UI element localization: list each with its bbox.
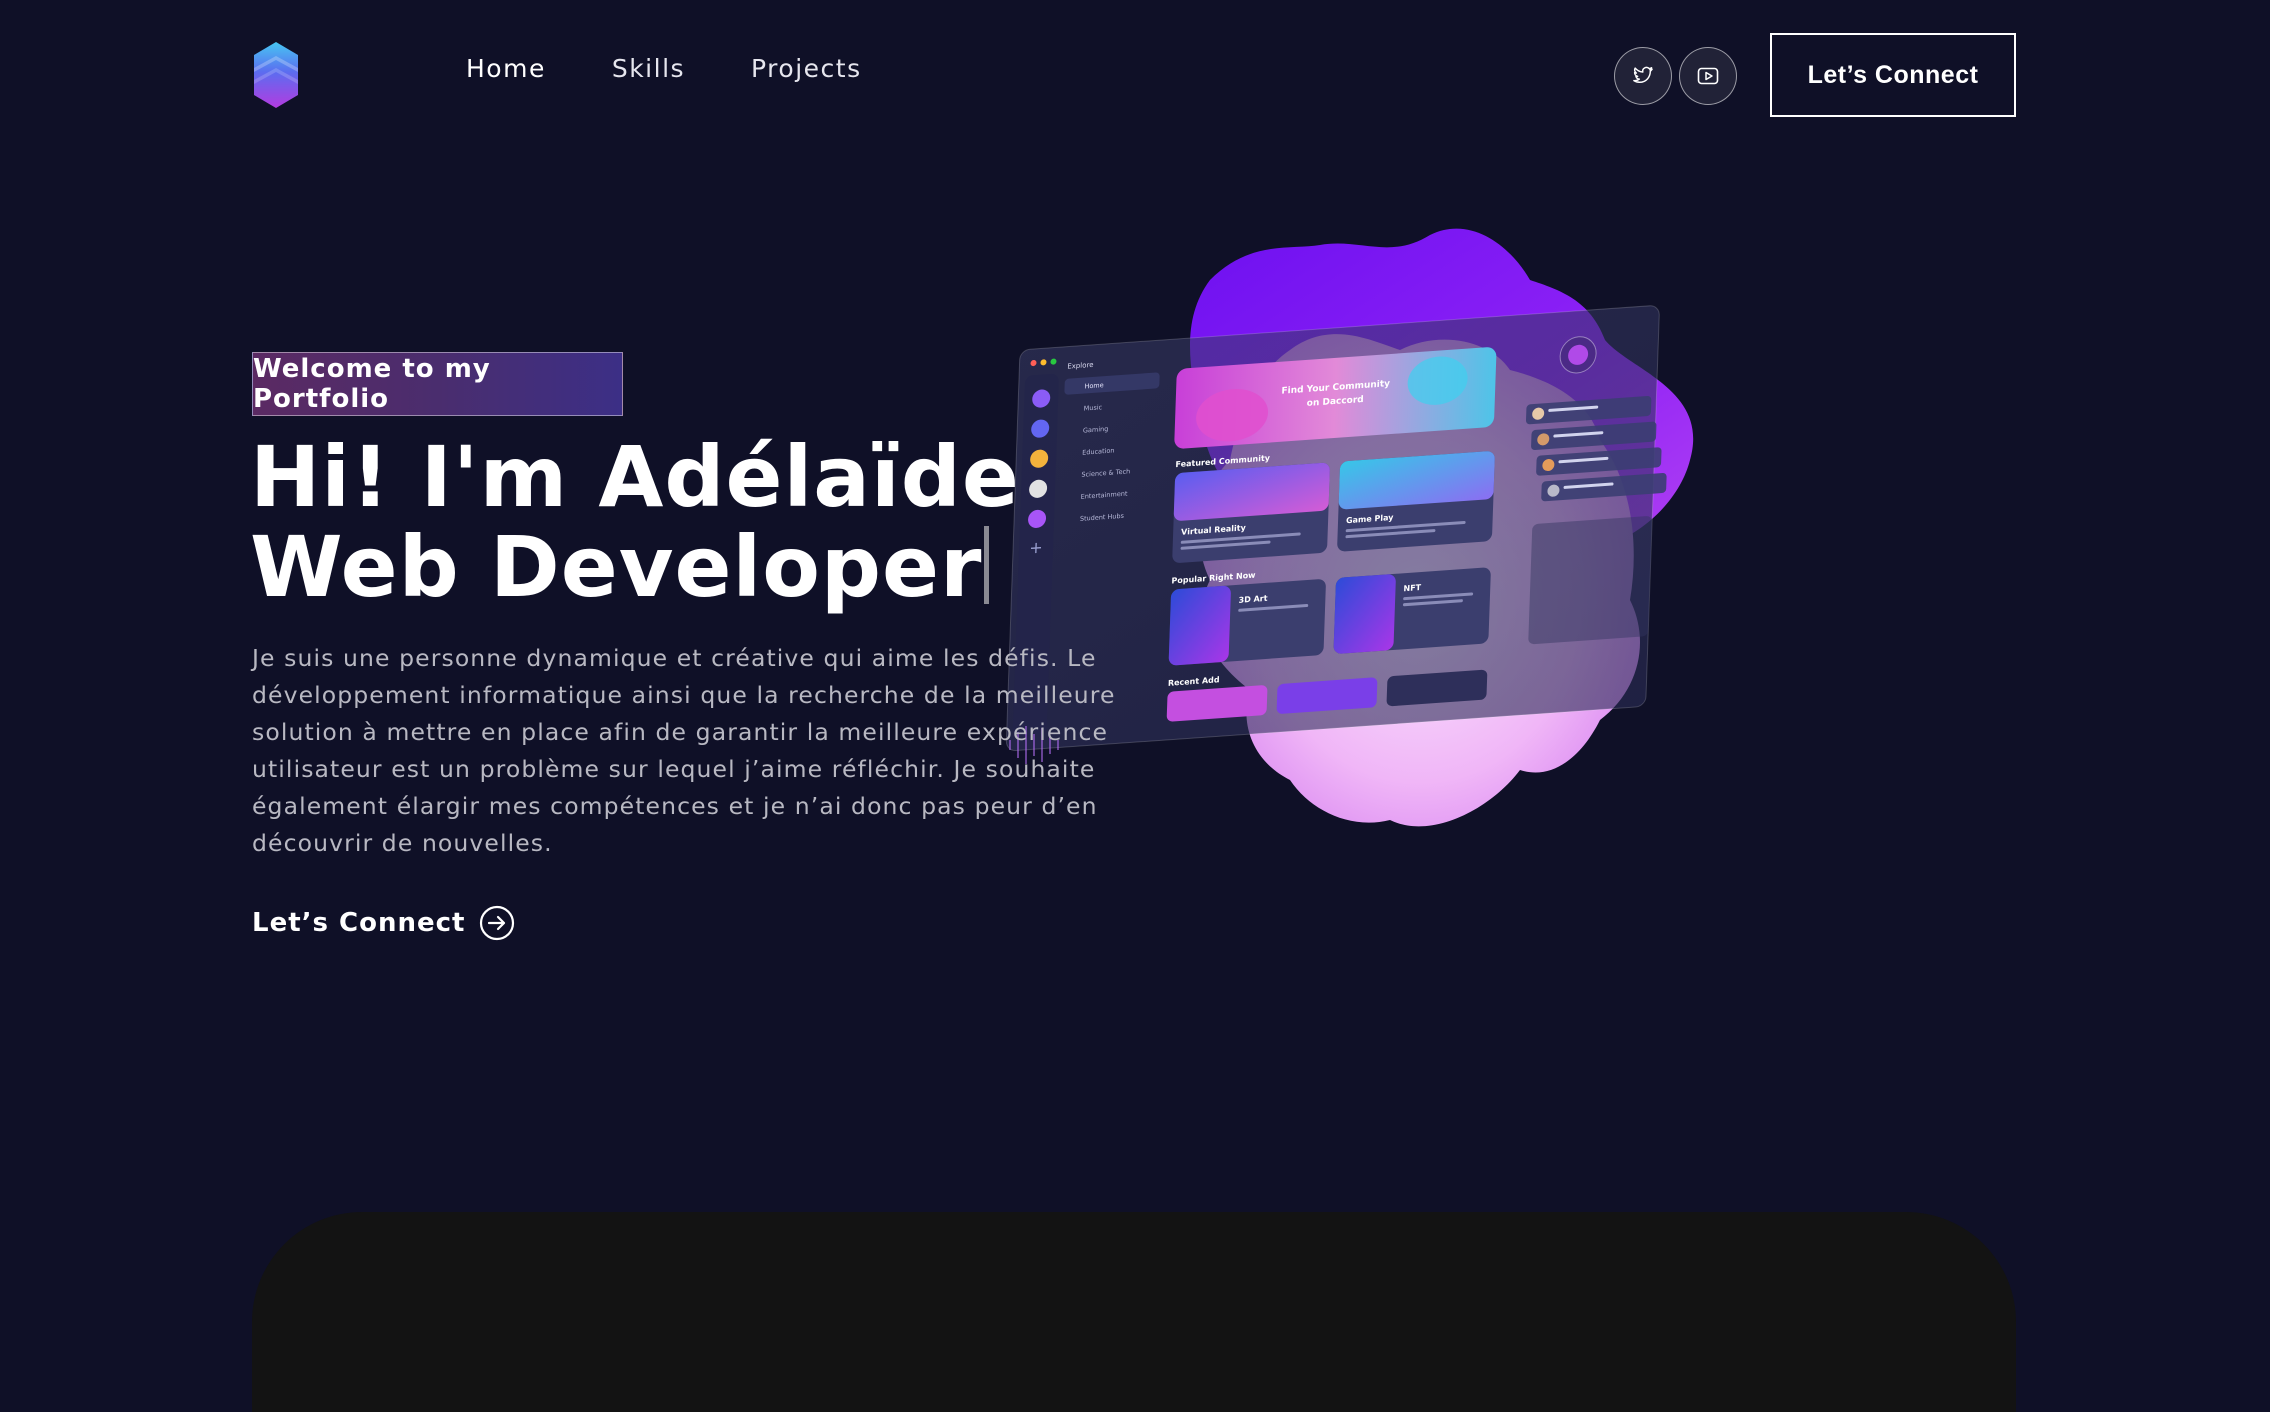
sidebar-item-music[interactable]: Music (1084, 403, 1103, 412)
twitter-icon (1633, 66, 1653, 84)
nav-links: Home Skills Projects (466, 54, 928, 83)
nav-link-home[interactable]: Home (466, 54, 546, 83)
headline-role: Web Developer (250, 518, 983, 616)
hero-lets-connect-button[interactable]: Let’s Connect (252, 905, 515, 941)
svg-text:Explore: Explore (1067, 360, 1094, 371)
nav-link-skills[interactable]: Skills (612, 54, 685, 83)
skills-section-panel (252, 1212, 2016, 1412)
typing-cursor (984, 526, 990, 604)
twitter-button[interactable] (1614, 47, 1672, 105)
youtube-icon (1697, 67, 1719, 85)
svg-text:+: + (1029, 538, 1043, 558)
logo[interactable] (252, 40, 300, 110)
sidebar-item-home[interactable]: Home (1084, 381, 1103, 390)
welcome-tagline: Welcome to my Portfolio (252, 352, 623, 416)
youtube-button[interactable] (1679, 47, 1737, 105)
navbar: Home Skills Projects Let’s Connect (0, 0, 2270, 150)
arrow-right-circle-icon (480, 905, 515, 941)
nav-link-projects[interactable]: Projects (751, 54, 862, 83)
headline-greeting: Hi! I'm Adélaïde (250, 428, 1020, 526)
card-nft-title: NFT (1403, 583, 1421, 593)
intro-paragraph: Je suis une personne dynamique et créati… (252, 644, 1116, 857)
lets-connect-button[interactable]: Let’s Connect (1770, 33, 2016, 117)
hero-cta-label: Let’s Connect (252, 908, 466, 938)
hero-headline: Hi! I'm Adélaïde Web Developer (250, 432, 1020, 612)
